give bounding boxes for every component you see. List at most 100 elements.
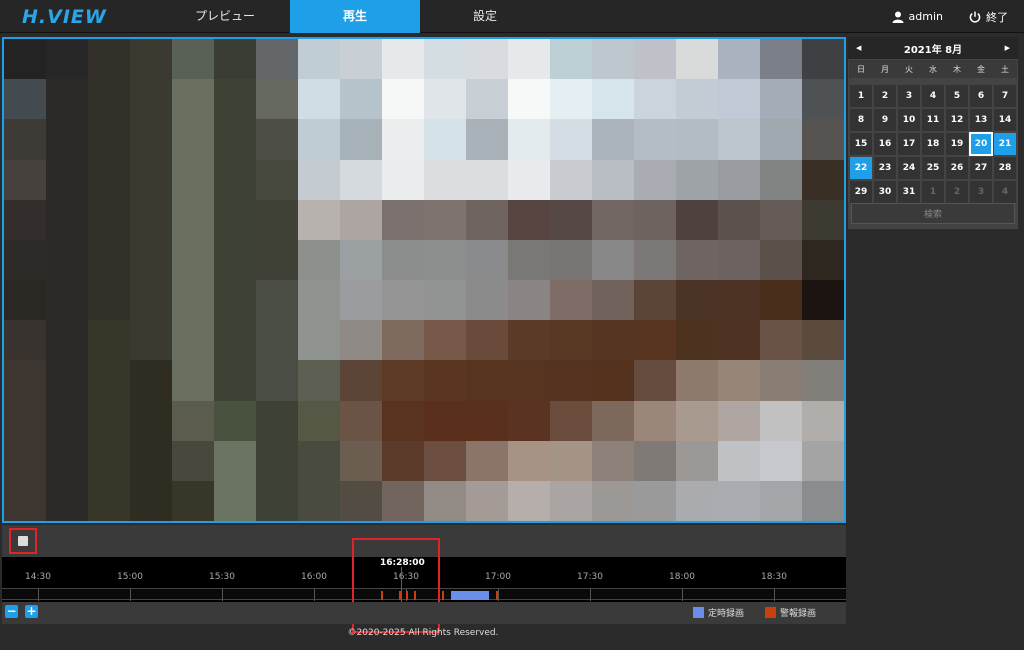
- video-block: [382, 360, 425, 402]
- calendar-day[interactable]: 24: [897, 156, 921, 180]
- video-block: [634, 199, 677, 241]
- video-block: [508, 440, 551, 482]
- video-player[interactable]: [2, 37, 846, 523]
- calendar-day[interactable]: 8: [849, 108, 873, 132]
- video-block: [382, 320, 425, 361]
- video-block: [802, 159, 844, 201]
- calendar-day[interactable]: 20: [969, 132, 993, 156]
- calendar-day[interactable]: 28: [993, 156, 1017, 180]
- calendar-day[interactable]: 5: [945, 84, 969, 108]
- calendar-day[interactable]: 30: [873, 180, 897, 204]
- zoom-in-button[interactable]: +: [25, 605, 38, 618]
- calendar-day[interactable]: 25: [921, 156, 945, 180]
- video-block: [382, 199, 425, 241]
- video-block: [466, 159, 509, 201]
- calendar-day[interactable]: 18: [921, 132, 945, 156]
- calendar: ◀ 2021年 8月 ▶ 日月火水木金土 1 2 3 4 5 6 7 8 9 10 11 12 13 14 1…: [848, 37, 1018, 229]
- video-block: [298, 119, 341, 161]
- zoom-out-button[interactable]: −: [5, 605, 18, 618]
- scheduled-swatch: [693, 607, 704, 618]
- timeline-track[interactable]: [2, 588, 846, 601]
- alarm-swatch: [765, 607, 776, 618]
- calendar-day[interactable]: 31: [897, 180, 921, 204]
- video-block: [802, 119, 844, 161]
- video-block: [256, 280, 299, 321]
- calendar-day[interactable]: 1: [849, 84, 873, 108]
- alarm-segment[interactable]: [496, 591, 498, 600]
- video-block: [466, 360, 509, 402]
- calendar-day[interactable]: 14: [993, 108, 1017, 132]
- tab-playback[interactable]: 再生: [290, 0, 420, 33]
- video-block: [466, 320, 509, 361]
- time-label: 16:30: [393, 572, 419, 582]
- time-label: 14:30: [25, 572, 51, 582]
- prev-month-icon[interactable]: ◀: [856, 44, 861, 52]
- stop-button[interactable]: [9, 528, 37, 554]
- calendar-day[interactable]: 10: [897, 108, 921, 132]
- calendar-day[interactable]: 12: [945, 108, 969, 132]
- calendar-day[interactable]: 22: [849, 156, 873, 180]
- calendar-day[interactable]: 21: [993, 132, 1017, 156]
- alarm-segment[interactable]: [406, 591, 408, 600]
- tab-settings[interactable]: 設定: [420, 0, 550, 33]
- video-block: [508, 119, 551, 161]
- user-menu[interactable]: admin: [892, 10, 943, 23]
- video-block: [592, 159, 635, 201]
- next-month-icon[interactable]: ▶: [1005, 44, 1010, 52]
- video-block: [214, 480, 257, 521]
- video-block: [4, 400, 47, 442]
- calendar-day[interactable]: 26: [945, 156, 969, 180]
- search-button[interactable]: 検索: [851, 203, 1015, 224]
- video-block: [508, 400, 551, 442]
- calendar-day[interactable]: 13: [969, 108, 993, 132]
- video-block: [424, 79, 467, 120]
- video-block: [760, 39, 803, 80]
- alarm-segment[interactable]: [442, 591, 444, 600]
- video-block: [130, 119, 173, 161]
- video-block: [718, 440, 761, 482]
- calendar-day[interactable]: 23: [873, 156, 897, 180]
- calendar-day[interactable]: 7: [993, 84, 1017, 108]
- calendar-day[interactable]: 4: [921, 84, 945, 108]
- video-block: [802, 280, 844, 321]
- alarm-segment[interactable]: [414, 591, 416, 600]
- calendar-day[interactable]: 6: [969, 84, 993, 108]
- video-block: [718, 280, 761, 321]
- video-block: [298, 280, 341, 321]
- video-block: [256, 320, 299, 361]
- video-block: [172, 79, 215, 120]
- calendar-day[interactable]: 15: [849, 132, 873, 156]
- video-block: [550, 119, 593, 161]
- video-block: [340, 199, 383, 241]
- video-block: [256, 239, 299, 281]
- timeline-cursor[interactable]: [401, 567, 402, 602]
- calendar-day[interactable]: 17: [897, 132, 921, 156]
- video-block: [802, 39, 844, 80]
- calendar-day[interactable]: 3: [897, 84, 921, 108]
- video-block: [508, 39, 551, 80]
- video-block: [256, 159, 299, 201]
- video-block: [88, 159, 131, 201]
- video-block: [130, 280, 173, 321]
- video-block: [802, 239, 844, 281]
- timeline[interactable]: 16:28:00 14:30 15:00 15:30 16:00 16:30 1…: [2, 557, 846, 602]
- video-block: [46, 199, 89, 241]
- calendar-day[interactable]: 29: [849, 180, 873, 204]
- calendar-day[interactable]: 9: [873, 108, 897, 132]
- video-block: [88, 199, 131, 241]
- timeline-tick: [222, 589, 223, 601]
- video-block: [4, 79, 47, 120]
- video-block: [634, 440, 677, 482]
- calendar-day[interactable]: 11: [921, 108, 945, 132]
- exit-button[interactable]: 終了: [969, 9, 1008, 25]
- time-label: 15:30: [209, 572, 235, 582]
- video-block: [634, 360, 677, 402]
- time-label: 17:30: [577, 572, 603, 582]
- scheduled-segment[interactable]: [451, 591, 489, 600]
- calendar-day[interactable]: 2: [873, 84, 897, 108]
- calendar-day[interactable]: 19: [945, 132, 969, 156]
- alarm-segment[interactable]: [381, 591, 383, 600]
- tab-preview[interactable]: プレビュー: [160, 0, 290, 33]
- calendar-day[interactable]: 16: [873, 132, 897, 156]
- calendar-day[interactable]: 27: [969, 156, 993, 180]
